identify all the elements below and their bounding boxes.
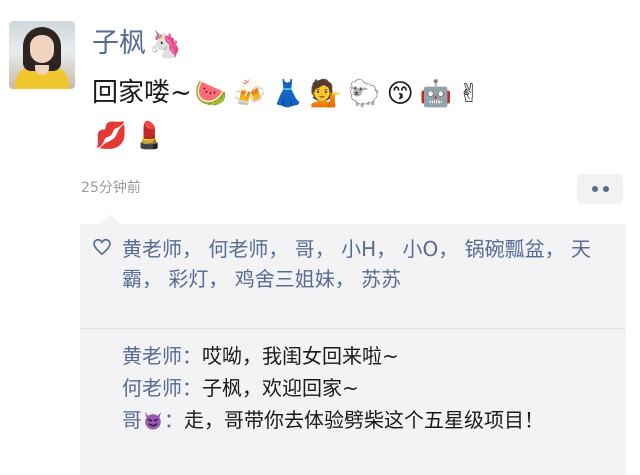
comment-separator: ： — [164, 408, 184, 432]
comment-pointer — [100, 214, 120, 224]
dress-emoji: 👗 — [271, 78, 304, 109]
comment-separator: ： — [182, 344, 202, 368]
comment-text: 走，哥带你去体验劈柴这个五星级项目！ — [184, 408, 544, 432]
comment-author[interactable]: 黄老师 — [122, 344, 182, 368]
robot-emoji: 🤖 — [419, 78, 453, 109]
unicorn-emoji: 🦄 — [149, 29, 182, 60]
victory-hand-emoji: ✌ — [458, 78, 480, 109]
comment-author[interactable]: 哥 — [122, 408, 142, 432]
like-name[interactable]: 鸡舍三姐妹， — [235, 267, 355, 291]
watermelon-emoji: 🍉 — [194, 78, 228, 109]
username-row[interactable]: 子枫 🦄 — [92, 24, 184, 64]
comment-separator: ： — [182, 376, 202, 400]
likes-row: 黄老师， 何老师， 哥， 小H， 小O， 锅碗瓢盆， 天霸， 彩灯， 鸡舍三姐妹… — [93, 234, 614, 294]
like-name[interactable]: 小O， — [402, 237, 458, 261]
avatar-face — [30, 35, 54, 63]
comment-list: 黄老师：哎呦，我闺女回来啦~ 何老师：子枫，欢迎回家~ 哥 ：走，哥带你去体验劈… — [122, 340, 618, 436]
more-dot-icon — [591, 186, 598, 192]
lipstick-emoji: 💄 — [133, 120, 166, 151]
comment-panel: 黄老师， 何老师， 哥， 小H， 小O， 锅碗瓢盆， 天霸， 彩灯， 鸡舍三姐妹… — [80, 224, 626, 475]
like-name[interactable]: 锅碗瓢盆， — [465, 237, 565, 261]
like-name[interactable]: 何老师， — [208, 237, 288, 261]
like-name[interactable]: 哥， — [295, 237, 335, 261]
comment-item[interactable]: 何老师：子枫，欢迎回家~ — [122, 372, 618, 404]
tipping-hand-emoji: 💁 — [309, 78, 343, 109]
username[interactable]: 子枫 — [92, 28, 146, 59]
avatar[interactable] — [9, 21, 75, 89]
kissing-face-emoji: 😙 — [386, 78, 414, 109]
post-caption: 回家喽~ — [92, 78, 192, 108]
comment-author[interactable]: 何老师 — [122, 376, 182, 400]
sheep-emoji: 🐑 — [348, 78, 381, 109]
like-name[interactable]: 彩灯， — [168, 267, 228, 291]
comment-item[interactable]: 哥 ：走，哥带你去体验劈柴这个五星级项目！ — [122, 404, 618, 436]
like-name[interactable]: 黄老师， — [122, 237, 202, 261]
post-text: 回家喽~ 🍉 🍻 👗 💁 🐑 😙 🤖 ✌ 💋 💄 — [92, 72, 612, 156]
comment-text: 哎呦，我闺女回来啦~ — [202, 344, 399, 368]
heart-icon — [93, 238, 111, 256]
lips-emoji: 💋 — [95, 120, 128, 151]
like-names: 黄老师， 何老师， 哥， 小H， 小O， 锅碗瓢盆， 天霸， 彩灯， 鸡舍三姐妹… — [94, 234, 614, 294]
divider — [80, 328, 626, 329]
like-name[interactable]: 苏苏 — [361, 267, 401, 291]
comment-item[interactable]: 黄老师：哎呦，我闺女回来啦~ — [122, 340, 618, 372]
more-dot-icon — [602, 186, 609, 192]
beer-mugs-emoji: 🍻 — [233, 78, 266, 109]
smiling-devil-icon — [144, 411, 162, 430]
timestamp: 25分钟前 — [81, 180, 141, 196]
like-name[interactable]: 小H， — [341, 237, 396, 261]
comment-text: 子枫，欢迎回家~ — [202, 376, 359, 400]
more-options-button[interactable] — [577, 174, 623, 204]
